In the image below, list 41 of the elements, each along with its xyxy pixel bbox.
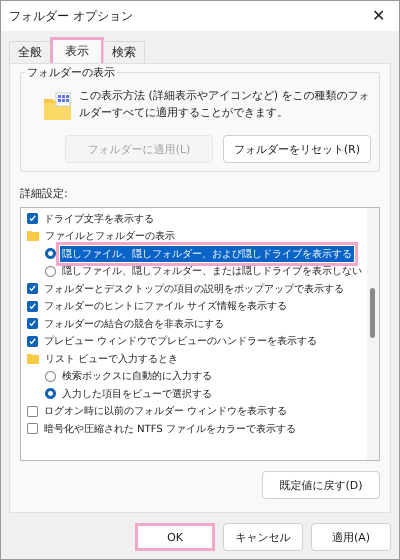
window-title: フォルダー オプション (9, 8, 133, 24)
option-label[interactable]: 検索ボックスに自動的に入力する (60, 368, 214, 384)
option-label[interactable]: フォルダーの結合の競合を非表示にする (42, 316, 226, 332)
option-label[interactable]: 暗号化や圧縮された NTFS ファイルをカラーで表示する (42, 420, 298, 437)
tab[interactable]: 検索 (103, 41, 145, 63)
scrollbar-thumb[interactable] (370, 288, 375, 338)
option-label[interactable]: 隠しファイル、隠しフォルダー、または隠しドライブを表示しない (60, 263, 364, 280)
description-text: この表示方法 (詳細表示やアイコンなど) をこの種類のフォルダーすべてに適用することができます。 (79, 88, 371, 121)
close-button[interactable]: ✕ (368, 6, 389, 26)
checkbox[interactable] (27, 318, 38, 330)
folder-icon (27, 231, 39, 242)
reset-button[interactable]: フォルダーをリセット(R) (223, 135, 371, 163)
option-label[interactable]: 隠しファイル、隠しフォルダー、および隠しドライブを表示する (60, 246, 354, 262)
dialog-button[interactable]: 適用(A) (311, 523, 391, 551)
scrollbar[interactable] (367, 208, 379, 460)
category-label[interactable]: ファイルとフォルダーの表示 (43, 228, 177, 244)
dialog-button[interactable]: OK (135, 523, 215, 551)
checkbox[interactable] (27, 336, 38, 347)
checkbox[interactable] (27, 213, 38, 224)
checkbox[interactable] (27, 423, 38, 434)
option-label[interactable]: フォルダーとデスクトップの項目の説明をポップアップで表示する (42, 280, 346, 297)
radio-button[interactable] (45, 266, 56, 277)
checkbox[interactable] (27, 300, 38, 312)
option-label[interactable]: プレビュー ウィンドウでプレビューのハンドラーを表示する (42, 333, 320, 350)
radio-button[interactable] (45, 388, 56, 400)
checkbox[interactable] (27, 283, 38, 294)
section-label: 詳細設定: (20, 186, 69, 201)
checkbox[interactable] (27, 406, 38, 417)
option-label[interactable]: ドライブ文字を表示する (42, 210, 156, 227)
radio-button[interactable] (45, 370, 56, 382)
restore-defaults-button[interactable]: 既定値に戻す(D) (262, 471, 380, 499)
radio-button[interactable] (45, 248, 56, 260)
option-label[interactable]: 入力した項目をビューで選択する (60, 386, 214, 402)
tab[interactable]: 表示 (50, 37, 104, 63)
option-label[interactable]: ログオン時に以前のフォルダー ウィンドウを表示する (42, 403, 290, 420)
dialog-button[interactable]: キャンセル (223, 523, 303, 551)
option-label[interactable]: フォルダーのヒントにファイル サイズ情報を表示する (42, 298, 290, 314)
folder-icon (27, 354, 39, 364)
category-label[interactable]: リスト ビューで入力するとき (43, 350, 180, 367)
tab[interactable]: 全般 (9, 41, 51, 63)
group-title: フォルダーの表示 (25, 65, 117, 80)
